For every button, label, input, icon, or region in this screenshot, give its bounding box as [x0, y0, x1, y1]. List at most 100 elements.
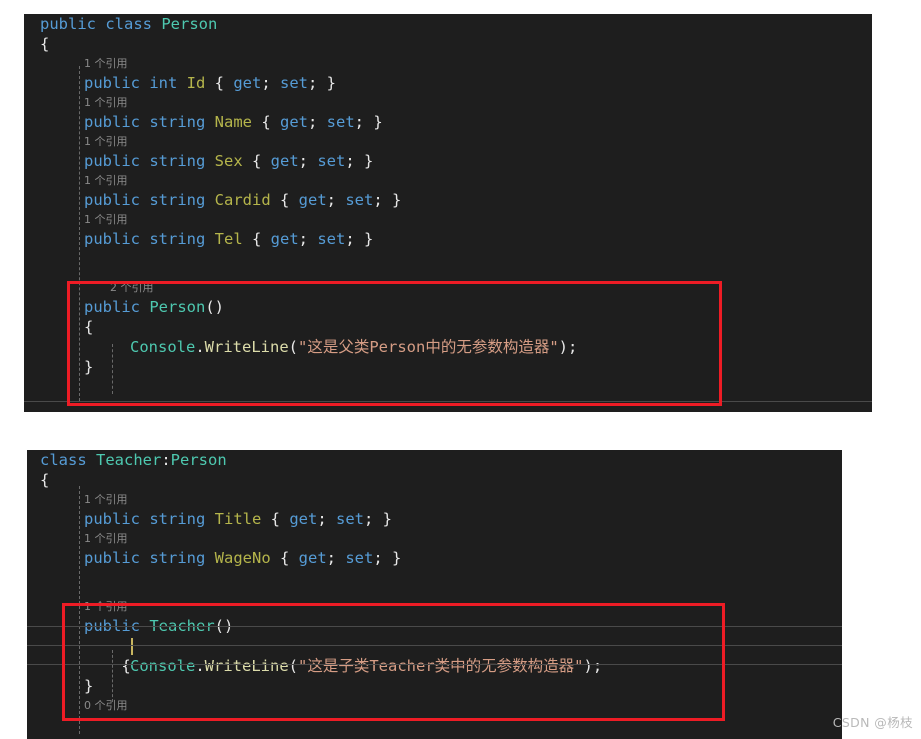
- codelens-label: 1 个引用: [84, 57, 128, 70]
- code-line[interactable]: {: [24, 34, 872, 54]
- keyword-token: string: [149, 113, 215, 131]
- punctuation-token: ;: [308, 74, 327, 92]
- code-line[interactable]: public int Id { get; set; }: [24, 73, 872, 93]
- code-line-current[interactable]: {: [27, 636, 842, 675]
- brace-token: }: [392, 191, 402, 209]
- property-name-token: Sex: [214, 152, 252, 170]
- code-line[interactable]: {: [27, 470, 842, 490]
- punctuation-token: );: [583, 657, 603, 675]
- punctuation-token: ;: [317, 510, 336, 528]
- punctuation-token: );: [558, 338, 578, 356]
- keyword-token: string: [149, 549, 215, 567]
- keyword-token: string: [149, 191, 215, 209]
- codelens-label: 1 个引用: [84, 135, 128, 148]
- code-line[interactable]: public string Tel { get; set; }: [24, 229, 872, 249]
- accessor-token: set: [345, 549, 374, 567]
- accessor-token: get: [270, 230, 299, 248]
- keyword-token: int: [149, 74, 187, 92]
- codelens-reference[interactable]: 1 个引用: [24, 210, 872, 229]
- punctuation-token: :: [161, 451, 171, 469]
- codelens-label: 1 个引用: [84, 493, 128, 506]
- constructor-name-token: Person: [149, 298, 206, 316]
- string-literal-token: "这是子类Teacher类中的无参数构造器": [298, 657, 584, 675]
- codelens-reference[interactable]: 1 个引用: [27, 529, 842, 548]
- code-line[interactable]: public string Cardid { get; set; }: [24, 190, 872, 210]
- code-line[interactable]: public string Title { get; set; }: [27, 509, 842, 529]
- code-line[interactable]: public string WageNo { get; set; }: [27, 548, 842, 568]
- codelens-reference[interactable]: 2 个引用: [24, 278, 872, 297]
- accessor-token: get: [280, 113, 308, 131]
- keyword-token: string: [149, 510, 215, 528]
- code-line[interactable]: public string Name { get; set; }: [24, 112, 872, 132]
- keyword-token: public: [84, 191, 150, 209]
- punctuation-token: ;: [326, 191, 346, 209]
- line-separator: [27, 626, 842, 627]
- codelens-reference[interactable]: 0 个引用: [27, 696, 842, 715]
- keyword-token: public: [84, 549, 150, 567]
- codelens-reference[interactable]: 1 个引用: [27, 597, 842, 616]
- watermark: CSDN @杨枝: [832, 715, 913, 730]
- brace-token: {: [261, 113, 280, 131]
- accessor-token: get: [298, 191, 327, 209]
- brace-token: {: [279, 549, 299, 567]
- code-line[interactable]: Console.WriteLine("这是父类Person中的无参数构造器");: [24, 337, 872, 357]
- code-line[interactable]: class Teacher:Person: [27, 450, 842, 470]
- property-name-token: Cardid: [214, 191, 280, 209]
- keyword-token: public: [84, 510, 150, 528]
- code-line[interactable]: public Person(): [24, 297, 872, 317]
- text-cursor: [130, 638, 133, 655]
- brace-token: {: [251, 230, 271, 248]
- keyword-token: public: [84, 74, 150, 92]
- brace-token: {: [279, 191, 299, 209]
- codelens-label: 1 个引用: [84, 96, 128, 109]
- code-line[interactable]: public string Sex { get; set; }: [24, 151, 872, 171]
- punctuation-token: ;: [298, 230, 318, 248]
- class-token: Console: [130, 338, 196, 356]
- codelens-reference[interactable]: 1 个引用: [24, 54, 872, 73]
- code-line[interactable]: {: [24, 317, 872, 337]
- accessor-token: set: [280, 74, 308, 92]
- punctuation-token: ;: [354, 113, 374, 131]
- keyword-token: string: [149, 152, 215, 170]
- punctuation-token: ;: [298, 152, 318, 170]
- method-token: WriteLine: [204, 338, 289, 356]
- punctuation-token: ;: [364, 510, 383, 528]
- code-line[interactable]: }: [24, 357, 872, 377]
- brace-token: }: [364, 152, 374, 170]
- accessor-token: get: [298, 549, 327, 567]
- code-line[interactable]: Console.WriteLine("这是子类Teacher类中的无参数构造器"…: [27, 656, 842, 676]
- keyword-token: public class: [40, 15, 162, 33]
- method-token: WriteLine: [204, 657, 289, 675]
- punctuation-token: ;: [261, 74, 280, 92]
- punctuation-token: (): [205, 298, 224, 316]
- brace-token: }: [326, 74, 337, 92]
- punctuation-token: ;: [326, 549, 346, 567]
- code-line-blank[interactable]: [24, 249, 872, 269]
- codelens-reference[interactable]: 1 个引用: [24, 171, 872, 190]
- brace-token: }: [84, 677, 94, 695]
- code-line[interactable]: }: [27, 676, 842, 696]
- punctuation-token: ;: [373, 549, 392, 567]
- codelens-label: 2 个引用: [110, 281, 154, 294]
- punctuation-token: ;: [345, 152, 364, 170]
- punctuation-token: .: [195, 338, 205, 356]
- base-type-token: Person: [170, 451, 227, 469]
- keyword-token: public: [84, 113, 150, 131]
- property-name-token: Title: [214, 510, 271, 528]
- punctuation-token: (: [288, 338, 299, 356]
- codelens-reference[interactable]: 1 个引用: [27, 490, 842, 509]
- code-block-teacher[interactable]: class Teacher:Person { 1 个引用 public stri…: [27, 450, 842, 739]
- codelens-reference[interactable]: 1 个引用: [24, 93, 872, 112]
- accessor-token: get: [233, 74, 262, 92]
- type-token: Person: [161, 15, 218, 33]
- property-name-token: Tel: [214, 230, 252, 248]
- brace-token: {: [40, 471, 50, 489]
- accessor-token: set: [326, 113, 355, 131]
- string-literal-token: "这是父类Person中的无参数构造器": [298, 338, 559, 356]
- code-line[interactable]: public class Person: [24, 14, 872, 34]
- codelens-reference[interactable]: 1 个引用: [24, 132, 872, 151]
- punctuation-token: .: [195, 657, 205, 675]
- code-block-person[interactable]: public class Person { 1 个引用 public int I…: [24, 14, 872, 412]
- brace-token: {: [40, 35, 50, 53]
- code-line-blank[interactable]: [27, 568, 842, 588]
